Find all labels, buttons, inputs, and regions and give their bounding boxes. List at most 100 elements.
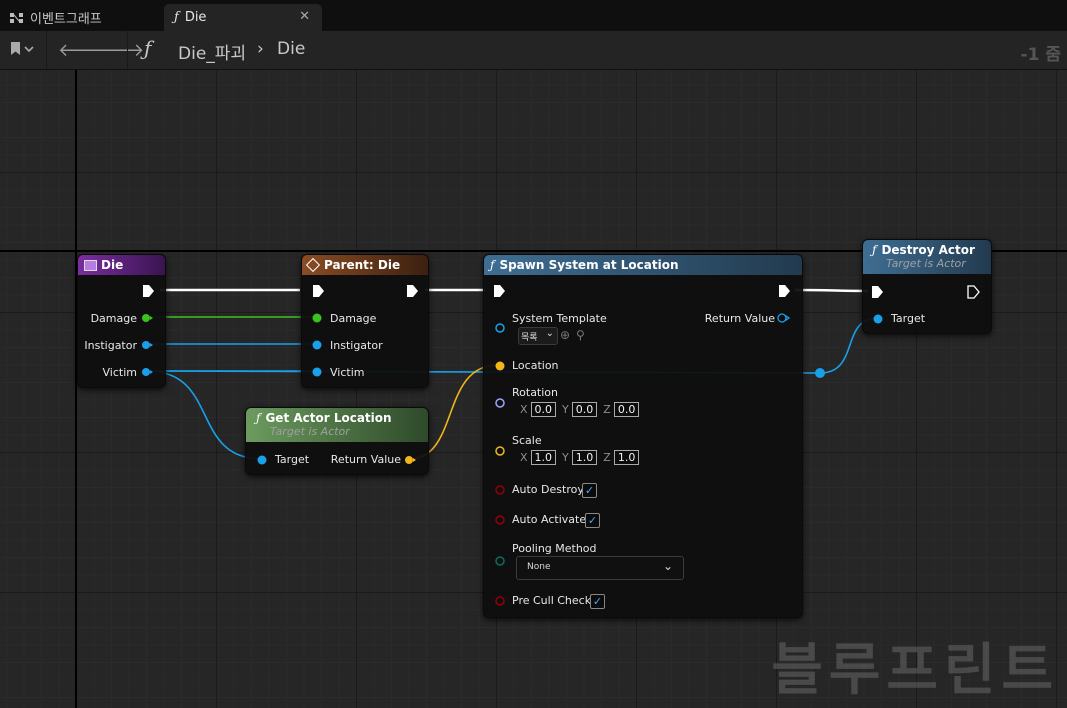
pin-label-instigator: Instigator (330, 339, 383, 352)
return-value-pin[interactable] (777, 313, 791, 325)
browse-search-icon[interactable]: ⚲ (576, 328, 585, 342)
pin-label-return-value: Return Value (330, 453, 401, 466)
scale-z-field[interactable]: 1.0 (613, 450, 640, 465)
pin-label-auto-destroy: Auto Destroy (512, 483, 584, 496)
exec-out-pin[interactable] (778, 284, 792, 298)
input-pins[interactable] (312, 313, 324, 383)
node-title: Spawn System at Location (499, 258, 679, 272)
exec-in-pin[interactable] (312, 284, 326, 298)
exec-out-pin[interactable] (142, 284, 156, 298)
function-icon: ƒ (144, 36, 152, 60)
node-title: Die (101, 258, 124, 272)
axis-label-y: Y (562, 403, 569, 416)
function-entry-icon (84, 259, 97, 271)
target-pin[interactable] (257, 455, 269, 467)
pin-label-target: Target (891, 312, 926, 325)
axis-label-x: X (520, 403, 528, 416)
scale-vector-input[interactable]: X 1.0 Y 1.0 Z 1.0 (514, 450, 640, 465)
auto-activate-pin[interactable] (495, 515, 507, 527)
asset-picker-value: 목록 (521, 333, 538, 343)
function-icon: ƒ (872, 243, 877, 257)
function-icon: ƒ (174, 10, 179, 25)
tab-bar: 이벤트그래프 ƒ Die ✕ (0, 0, 1067, 31)
pooling-method-value: None (527, 562, 551, 572)
pin-label-victim: Victim (330, 366, 365, 379)
node-get-actor-location[interactable]: ƒ Get Actor Location Target is Actor Targ… (245, 407, 429, 475)
breadcrumb-function[interactable]: Die (277, 39, 305, 59)
graph-origin-axis-vertical (75, 70, 77, 708)
rotation-y-field[interactable]: 0.0 (571, 402, 598, 417)
pin-label-scale: Scale (512, 434, 542, 447)
rotation-z-field[interactable]: 0.0 (613, 402, 640, 417)
system-template-picker[interactable]: 목록 ⌄ (518, 327, 558, 345)
axis-label-z: Z (603, 451, 611, 464)
node-parent-die[interactable]: Parent: Die Damage Instigator Victim (301, 254, 429, 388)
return-value-pin[interactable] (404, 455, 418, 467)
tab-label: Die (184, 10, 207, 25)
target-pin[interactable] (873, 314, 885, 326)
graph-toolbar: 🡐 🡒 ƒ Die_파괴 › Die -1 줌 (0, 31, 1067, 70)
function-icon: ƒ (490, 258, 495, 272)
location-pin[interactable] (495, 361, 507, 373)
pin-label-location: Location (512, 359, 559, 372)
pin-label-auto-activate: Auto Activate (512, 513, 587, 526)
auto-destroy-checkbox[interactable]: ✓ (582, 483, 597, 498)
pre-cull-check-pin[interactable] (495, 596, 507, 608)
exec-out-pin[interactable] (967, 285, 981, 299)
pin-label-return-value: Return Value (704, 312, 775, 325)
chevron-down-icon: ⌄ (662, 559, 673, 573)
exec-out-pin[interactable] (406, 284, 420, 298)
toolbar-divider (127, 31, 128, 69)
pin-label-instigator: Instigator (84, 339, 137, 352)
pin-label-damage: Damage (330, 312, 377, 325)
node-header: ƒ Spawn System at Location (484, 255, 802, 275)
function-icon: ƒ (256, 411, 261, 425)
toolbar-divider (46, 31, 47, 69)
tab-event-graph[interactable]: 이벤트그래프 (0, 4, 160, 31)
node-subtitle: Target is Actor (270, 425, 350, 438)
scale-y-field[interactable]: 1.0 (571, 450, 598, 465)
tab-die[interactable]: ƒ Die ✕ (164, 4, 322, 31)
node-title: Destroy Actor (881, 243, 975, 257)
pin-label-rotation: Rotation (512, 386, 559, 399)
close-icon[interactable]: ✕ (299, 9, 310, 24)
pin-label-victim: Victim (102, 366, 137, 379)
zoom-level: -1 줌 (1020, 45, 1061, 65)
forward-arrow-icon[interactable]: 🡒 (96, 40, 144, 61)
node-header: Die (78, 255, 165, 275)
node-header: Parent: Die (302, 255, 428, 275)
breadcrumb-chevron-icon: › (257, 39, 264, 59)
pin-label-target: Target (275, 453, 310, 466)
breadcrumb-graph[interactable]: Die_파괴 (178, 39, 246, 64)
chevron-down-icon: ⌄ (545, 328, 554, 339)
blueprint-watermark: 블루프린트 (771, 638, 1059, 703)
pin-label-pre-cull-check: Pre Cull Check (512, 594, 592, 607)
node-destroy-actor[interactable]: ƒ Destroy Actor Target is Actor Target (862, 239, 992, 334)
exec-in-pin[interactable] (871, 285, 885, 299)
axis-label-z: Z (603, 403, 611, 416)
node-die-entry[interactable]: Die Damage Instigator Victim (77, 254, 166, 388)
bookmark-icon[interactable] (9, 41, 35, 62)
pin-label-pooling-method: Pooling Method (512, 542, 597, 555)
node-title: Get Actor Location (265, 411, 392, 425)
rotation-vector-input[interactable]: X 0.0 Y 0.0 Z 0.0 (514, 402, 640, 417)
node-subtitle: Target is Actor (886, 257, 966, 270)
exec-in-pin[interactable] (493, 284, 507, 298)
pin-label-damage: Damage (90, 312, 137, 325)
pooling-method-pin[interactable] (495, 556, 507, 568)
axis-label-y: Y (562, 451, 569, 464)
pin-label-system-template: System Template (512, 312, 607, 325)
auto-activate-checkbox[interactable]: ✓ (585, 513, 600, 528)
auto-destroy-pin[interactable] (495, 485, 507, 497)
scale-pin[interactable] (495, 446, 507, 458)
pooling-method-dropdown[interactable]: None ⌄ (516, 556, 684, 580)
rotation-x-field[interactable]: 0.0 (530, 402, 557, 417)
system-template-pin[interactable] (495, 323, 507, 335)
clear-icon[interactable]: ⊕ (560, 328, 570, 342)
node-header: ƒ Destroy Actor Target is Actor (863, 240, 991, 274)
rotation-pin[interactable] (495, 398, 507, 410)
pre-cull-check-checkbox[interactable]: ✓ (590, 594, 605, 609)
scale-x-field[interactable]: 1.0 (530, 450, 557, 465)
event-graph-icon (10, 12, 24, 24)
output-pins[interactable] (141, 313, 155, 383)
